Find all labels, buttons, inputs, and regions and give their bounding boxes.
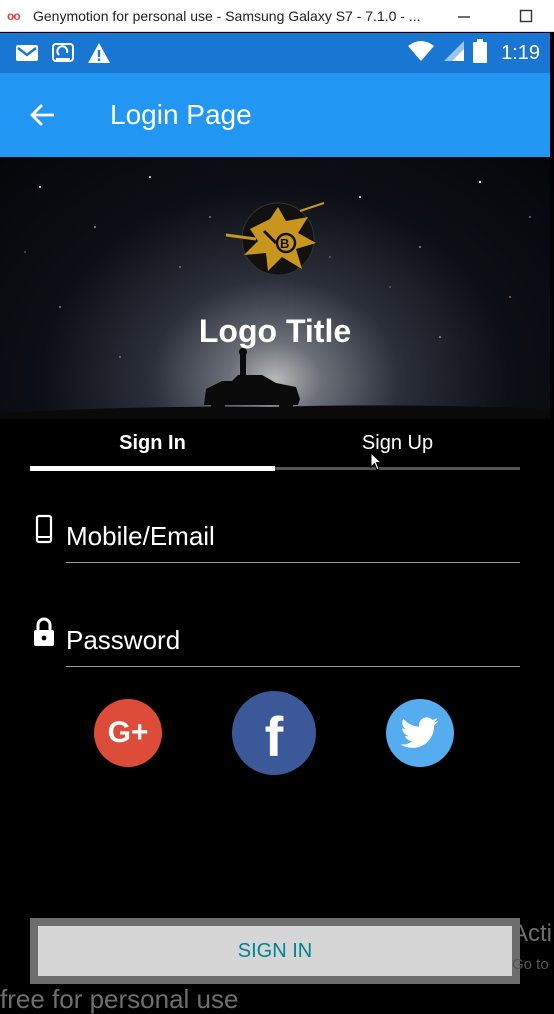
clock: 1:19 bbox=[501, 41, 540, 64]
google-plus-button[interactable]: G+ bbox=[94, 699, 162, 767]
window-title: Genymotion for personal use - Samsung Ga… bbox=[33, 7, 421, 24]
gmail-icon bbox=[14, 42, 40, 64]
minimize-button[interactable] bbox=[454, 6, 474, 26]
mobile-email-input[interactable] bbox=[66, 516, 520, 556]
wifi-icon bbox=[407, 40, 435, 67]
window-titlebar: oo Genymotion for personal use - Samsung… bbox=[0, 0, 554, 32]
password-input[interactable] bbox=[66, 620, 520, 660]
signal-icon bbox=[443, 40, 465, 67]
tab-sign-up[interactable]: Sign Up bbox=[275, 419, 520, 467]
mobile-email-field-group bbox=[30, 506, 520, 566]
lock-icon bbox=[34, 617, 54, 646]
tab-indicator bbox=[30, 466, 275, 471]
mouse-cursor-icon bbox=[370, 452, 383, 471]
maximize-button[interactable] bbox=[516, 6, 536, 26]
hero-background: B Logo Title bbox=[0, 157, 550, 419]
facebook-button[interactable]: f bbox=[232, 691, 316, 775]
sign-in-button[interactable]: SIGN IN bbox=[38, 926, 512, 976]
car-silhouette bbox=[0, 348, 550, 419]
svg-text:B: B bbox=[280, 236, 289, 251]
warning-icon bbox=[86, 42, 112, 64]
sync-icon bbox=[50, 42, 76, 64]
android-status-bar: 1:19 bbox=[0, 33, 550, 73]
logo-title: Logo Title bbox=[198, 313, 352, 349]
page-title: Login Page bbox=[110, 99, 252, 130]
auth-tabs: Sign In Sign Up bbox=[30, 419, 520, 471]
back-button[interactable] bbox=[22, 95, 62, 135]
arrow-back-icon bbox=[30, 104, 54, 126]
sign-in-button-frame: SIGN IN bbox=[30, 918, 520, 984]
app-bar: Login Page bbox=[0, 73, 550, 157]
tab-sign-in[interactable]: Sign In bbox=[30, 419, 275, 467]
battery-icon bbox=[473, 38, 488, 68]
password-field-group bbox=[30, 610, 520, 670]
twitter-icon bbox=[401, 717, 439, 748]
twitter-button[interactable] bbox=[386, 699, 454, 767]
personal-use-watermark: free for personal use bbox=[0, 984, 239, 1014]
facebook-icon: f bbox=[264, 704, 284, 768]
goto-settings-watermark: Go to bbox=[512, 956, 549, 973]
brand-logo: B bbox=[225, 202, 325, 276]
google-plus-icon: G+ bbox=[107, 716, 149, 749]
genymotion-logo: oo bbox=[7, 8, 21, 23]
phone-icon bbox=[35, 514, 53, 544]
minimize-icon bbox=[458, 16, 470, 18]
mobile-email-underline bbox=[66, 562, 520, 563]
maximize-icon bbox=[519, 9, 533, 23]
activate-windows-watermark: Acti bbox=[512, 920, 553, 947]
password-underline bbox=[66, 666, 520, 667]
